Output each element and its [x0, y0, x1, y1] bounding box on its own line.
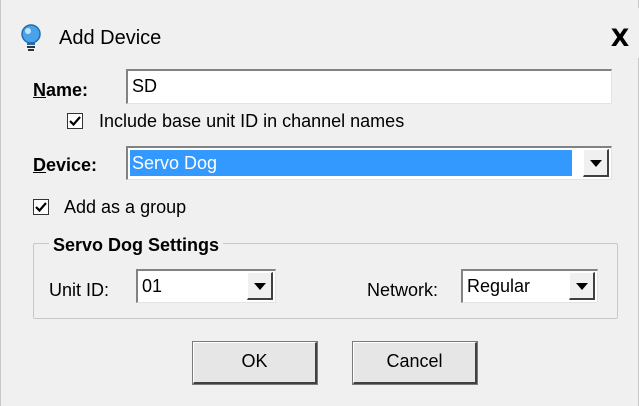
chevron-down-icon[interactable] [247, 272, 273, 300]
add-as-group-checkbox[interactable] [33, 199, 49, 215]
network-dropdown[interactable]: Regular [461, 269, 598, 303]
add-device-dialog: Add Device X Name: SD Include base unit … [0, 0, 639, 406]
device-label: Device: [33, 155, 98, 175]
include-base-unit-label: Include base unit ID in channel names [99, 111, 405, 131]
name-input[interactable]: SD [126, 69, 612, 104]
window-title: Add Device [59, 27, 162, 49]
checkmark-icon [35, 202, 47, 213]
close-button[interactable]: X [608, 26, 632, 50]
checkmark-icon [69, 116, 81, 127]
unit-id-value: 01 [142, 276, 163, 296]
unit-id-dropdown[interactable]: 01 [136, 269, 276, 303]
close-icon: X [610, 24, 630, 52]
include-base-unit-checkbox[interactable] [67, 113, 83, 129]
servo-dog-settings-title: Servo Dog Settings [49, 234, 224, 256]
chevron-down-icon[interactable] [583, 149, 609, 177]
device-selected-value: Servo Dog [130, 150, 572, 176]
lightbulb-icon [21, 24, 41, 51]
network-value: Regular [467, 276, 531, 296]
name-label: Name: [33, 80, 89, 100]
network-label: Network: [367, 280, 439, 300]
add-as-group-label: Add as a group [64, 197, 187, 217]
unit-id-label: Unit ID: [49, 280, 110, 300]
device-dropdown[interactable]: Servo Dog [126, 146, 612, 180]
ok-button[interactable]: OK [192, 341, 318, 385]
title-bar[interactable]: Add Device X [1, 8, 639, 58]
chevron-down-icon[interactable] [569, 272, 595, 300]
cancel-button[interactable]: Cancel [352, 341, 478, 385]
